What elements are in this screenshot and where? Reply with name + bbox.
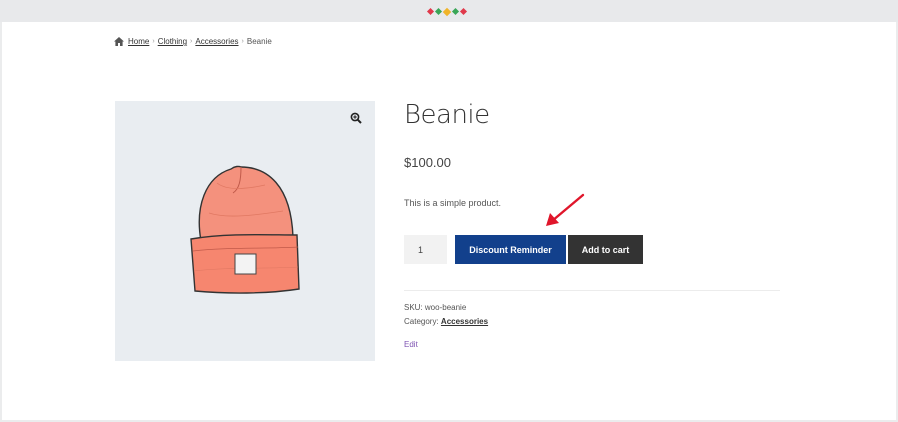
product-price: $100.00 bbox=[404, 155, 451, 170]
quantity-input[interactable] bbox=[404, 235, 447, 264]
top-bar bbox=[0, 0, 898, 22]
discount-reminder-button[interactable]: Discount Reminder bbox=[455, 235, 566, 264]
product-sku: SKU: woo-beanie bbox=[404, 303, 466, 312]
category-label: Category: bbox=[404, 317, 439, 326]
breadcrumb-separator: › bbox=[190, 38, 193, 45]
breadcrumb-clothing[interactable]: Clothing bbox=[158, 37, 187, 46]
home-icon bbox=[114, 37, 124, 46]
category-link[interactable]: Accessories bbox=[441, 317, 488, 326]
breadcrumb-current: Beanie bbox=[246, 37, 272, 46]
breadcrumb-separator: › bbox=[152, 38, 155, 45]
breadcrumb-separator: › bbox=[241, 38, 244, 45]
edit-link[interactable]: Edit bbox=[404, 340, 418, 349]
zoom-icon[interactable] bbox=[350, 112, 362, 124]
product-category: Category: Accessories bbox=[404, 317, 488, 326]
product-title: Beanie bbox=[404, 100, 490, 130]
diamond-logo-icon bbox=[426, 7, 468, 16]
product-description: This is a simple product. bbox=[404, 198, 502, 208]
breadcrumb-accessories[interactable]: Accessories bbox=[195, 37, 238, 46]
divider bbox=[404, 290, 780, 291]
add-to-cart-button[interactable]: Add to cart bbox=[568, 235, 643, 264]
annotation-arrow-icon bbox=[546, 193, 585, 226]
breadcrumb-home[interactable]: Home bbox=[128, 37, 149, 46]
breadcrumb: Home › Clothing › Accessories › Beanie bbox=[114, 37, 272, 46]
beanie-product-image[interactable] bbox=[187, 163, 302, 298]
sku-value: woo-beanie bbox=[424, 303, 467, 312]
sku-label: SKU: bbox=[404, 303, 423, 312]
